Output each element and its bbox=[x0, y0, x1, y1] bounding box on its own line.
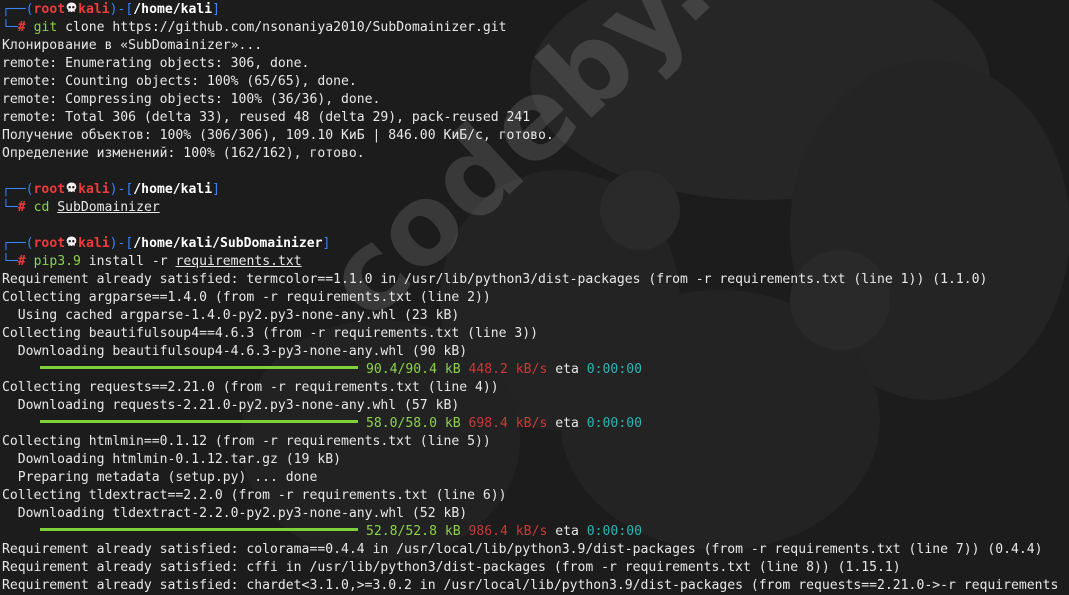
output-line: Downloading tldextract-2.2.0-py2.py3-non… bbox=[2, 506, 468, 521]
prompt-user: root bbox=[33, 2, 66, 17]
command-line: └─# git clone https://github.com/nsonani… bbox=[2, 19, 1069, 37]
progress-line: 58.0/58.0 kB 698.4 kB/s eta 0:00:00 bbox=[2, 415, 1069, 433]
progress-eta: 0:00:00 bbox=[586, 362, 642, 377]
output-line: Requirement already satisfied: colorama=… bbox=[2, 542, 1043, 557]
output-line: remote: Enumerating objects: 306, done. bbox=[2, 56, 310, 71]
progress-rate: 698.4 kB/s bbox=[468, 416, 548, 431]
prompt-bracket-close: ] bbox=[322, 236, 331, 251]
prompt-separator: )-[ bbox=[109, 236, 134, 251]
prompt-path: /home/kali bbox=[133, 182, 213, 197]
prompt-header: ┌──(root kali)-[/home/kali/SubDomainizer] bbox=[2, 235, 1069, 253]
command-file: requirements.txt bbox=[175, 254, 302, 269]
prompt-separator: )-[ bbox=[109, 2, 134, 17]
command-name: cd bbox=[33, 200, 50, 215]
progress-eta: 0:00:00 bbox=[586, 416, 642, 431]
progress-size: 52.8/52.8 kB bbox=[366, 524, 461, 539]
prompt-header: ┌──(root kali)-[/home/kali] bbox=[2, 1, 1069, 19]
prompt-header: ┌──(root kali)-[/home/kali] bbox=[2, 181, 1069, 199]
command-args: SubDomainizer bbox=[57, 200, 160, 215]
output-line: Downloading htmlmin-0.1.12.tar.gz (19 kB… bbox=[2, 452, 341, 467]
prompt-user: root bbox=[33, 236, 66, 251]
skull-icon bbox=[66, 236, 77, 246]
prompt-host: kali bbox=[78, 2, 110, 17]
output-line: Downloading beautifulsoup4-4.6.3-py3-non… bbox=[2, 344, 468, 359]
output-line: Получение объектов: 100% (306/306), 109.… bbox=[2, 128, 554, 143]
skull-icon bbox=[66, 2, 77, 12]
progress-bar bbox=[40, 528, 358, 531]
prompt-hash: # bbox=[17, 254, 26, 269]
output-line: Preparing metadata (setup.py) ... done bbox=[2, 470, 318, 485]
output-line: remote: Compressing objects: 100% (36/36… bbox=[2, 92, 381, 107]
output-line: Requirement already satisfied: chardet<3… bbox=[2, 578, 1059, 593]
prompt-corner: └─ bbox=[2, 254, 18, 269]
progress-rate: 448.2 kB/s bbox=[468, 362, 548, 377]
command-line: └─# cd SubDomainizer bbox=[2, 199, 1069, 217]
prompt-bracket: ┌──( bbox=[2, 182, 34, 197]
output-line: Collecting tldextract==2.2.0 (from -r re… bbox=[2, 488, 507, 503]
progress-size: 90.4/90.4 kB bbox=[366, 362, 461, 377]
eta-label: eta bbox=[555, 416, 579, 431]
output-line: Collecting htmlmin==0.1.12 (from -r requ… bbox=[2, 434, 491, 449]
command-line: └─# pip3.9 install -r requirements.txt bbox=[2, 253, 1069, 271]
command-name: pip3.9 bbox=[33, 254, 81, 269]
progress-line: 52.8/52.8 kB 986.4 kB/s eta 0:00:00 bbox=[2, 523, 1069, 541]
output-line: remote: Counting objects: 100% (65/65), … bbox=[2, 74, 357, 89]
output-line: Requirement already satisfied: cffi in /… bbox=[2, 560, 901, 575]
command-name: git bbox=[33, 20, 58, 35]
prompt-path: /home/kali/SubDomainizer bbox=[133, 236, 323, 251]
progress-eta: 0:00:00 bbox=[586, 524, 642, 539]
terminal-output: ┌──(root kali)-[/home/kali] └─# git clone… bbox=[2, 1, 1069, 595]
output-line: Клонирование в «SubDomainizer»... bbox=[2, 38, 263, 53]
progress-rate: 986.4 kB/s bbox=[468, 524, 548, 539]
prompt-bracket-close: ] bbox=[212, 182, 221, 197]
skull-icon bbox=[66, 182, 77, 192]
progress-bar bbox=[40, 420, 358, 423]
output-line: Определение изменений: 100% (162/162), г… bbox=[2, 146, 365, 161]
prompt-separator: )-[ bbox=[109, 182, 134, 197]
prompt-hash: # bbox=[17, 200, 26, 215]
progress-line: 90.4/90.4 kB 448.2 kB/s eta 0:00:00 bbox=[2, 361, 1069, 379]
prompt-corner: └─ bbox=[2, 20, 18, 35]
eta-label: eta bbox=[555, 524, 579, 539]
prompt-path: /home/kali bbox=[133, 2, 213, 17]
progress-bar bbox=[40, 366, 358, 369]
output-line: Requirement already satisfied: termcolor… bbox=[2, 272, 988, 287]
output-line: Using cached argparse-1.4.0-py2.py3-none… bbox=[2, 308, 460, 323]
prompt-host: kali bbox=[78, 182, 110, 197]
prompt-bracket: ┌──( bbox=[2, 2, 34, 17]
output-line: remote: Total 306 (delta 33), reused 48 … bbox=[2, 110, 531, 125]
prompt-bracket-close: ] bbox=[212, 2, 221, 17]
prompt-hash: # bbox=[17, 20, 26, 35]
prompt-corner: └─ bbox=[2, 200, 18, 215]
output-line: Collecting argparse==1.4.0 (from -r requ… bbox=[2, 290, 491, 305]
output-line: Downloading requests-2.21.0-py2.py3-none… bbox=[2, 398, 460, 413]
output-line: Collecting beautifulsoup4==4.6.3 (from -… bbox=[2, 326, 539, 341]
prompt-user: root bbox=[33, 182, 66, 197]
progress-size: 58.0/58.0 kB bbox=[366, 416, 461, 431]
command-args: install -r bbox=[88, 254, 168, 269]
command-args: clone https://github.com/nsonaniya2010/S… bbox=[65, 20, 507, 35]
output-line: Collecting requests==2.21.0 (from -r req… bbox=[2, 380, 499, 395]
prompt-host: kali bbox=[78, 236, 110, 251]
eta-label: eta bbox=[555, 362, 579, 377]
prompt-bracket: ┌──( bbox=[2, 236, 34, 251]
